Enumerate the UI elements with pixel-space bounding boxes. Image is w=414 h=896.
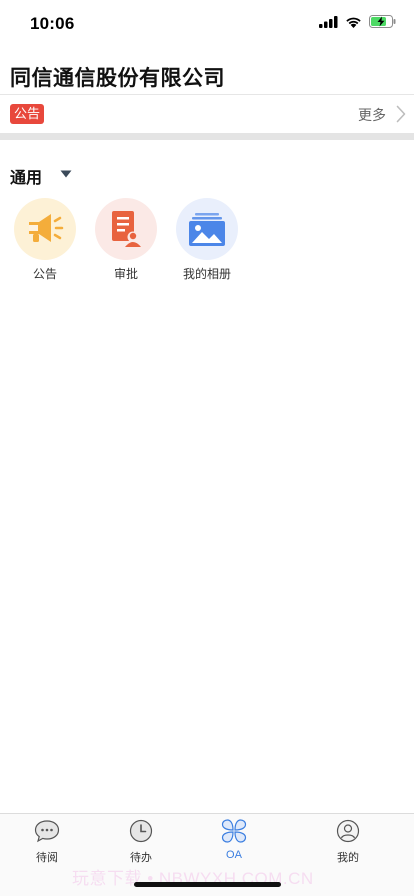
tab-label: 待阅	[36, 852, 58, 864]
tab-to-read[interactable]: 待阅	[17, 819, 77, 865]
cellular-signal-icon	[319, 15, 338, 28]
notice-row[interactable]: 公告 更多	[0, 94, 414, 132]
tab-mine[interactable]: 我的	[318, 819, 378, 865]
album-icon	[189, 213, 225, 246]
megaphone-icon	[29, 214, 64, 242]
more-link[interactable]: 更多	[358, 105, 386, 125]
status-icons	[319, 15, 396, 28]
tab-label: 我的	[337, 852, 359, 864]
wifi-icon	[346, 17, 361, 28]
approval-icon	[112, 211, 141, 247]
app-icon-bg[interactable]	[95, 198, 157, 260]
app-approval[interactable]: 审批	[95, 198, 157, 282]
app-label: 我的相册	[182, 267, 231, 281]
status-time: 10:06	[30, 14, 75, 33]
tab-oa[interactable]: OA	[204, 819, 264, 861]
app-icon-bg[interactable]	[14, 198, 76, 260]
tab-todo[interactable]: 待办	[111, 819, 171, 865]
page-title: 同信通信股份有限公司	[10, 67, 225, 90]
notice-badge: 公告	[10, 104, 45, 124]
app-label: 审批	[113, 267, 138, 281]
app-grid: 公告 审批 我的相册	[0, 198, 414, 282]
app-announcement[interactable]: 公告	[14, 198, 76, 282]
section-divider	[0, 133, 414, 140]
app-label: 公告	[32, 267, 57, 281]
person-icon	[336, 819, 360, 843]
battery-charging-icon	[369, 15, 396, 28]
caret-down-icon[interactable]	[60, 170, 72, 178]
section-title[interactable]: 通用	[10, 164, 42, 188]
tab-label: 待办	[130, 852, 152, 864]
tab-label: OA	[226, 849, 242, 861]
status-bar: 10:06	[0, 0, 414, 48]
chat-bubble-icon	[34, 820, 60, 843]
chevron-right-icon[interactable]	[396, 105, 406, 123]
app-photo-album[interactable]: 我的相册	[176, 198, 238, 282]
clover-icon	[221, 819, 247, 843]
clock-icon	[129, 819, 153, 843]
home-indicator[interactable]	[134, 882, 281, 887]
app-icon-bg[interactable]	[176, 198, 238, 260]
